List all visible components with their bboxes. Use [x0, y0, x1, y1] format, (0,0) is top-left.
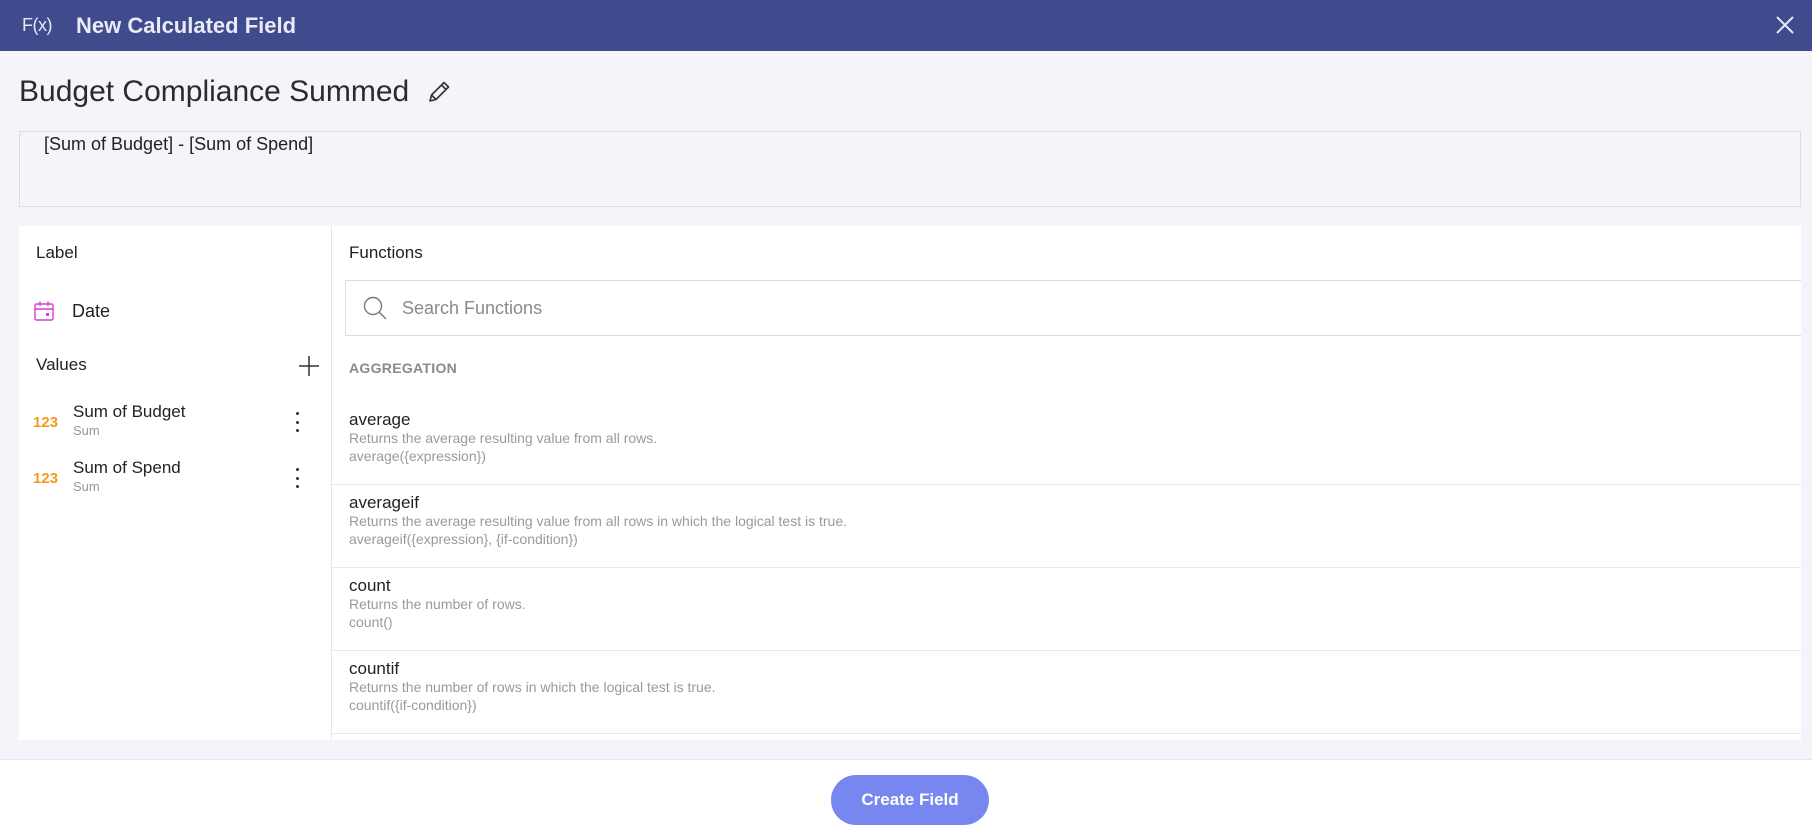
- dialog-title: New Calculated Field: [75, 12, 297, 38]
- field-name: Budget Compliance Summed: [19, 75, 410, 108]
- function-signature: count(): [349, 614, 393, 630]
- function-signature: average({expression}): [349, 448, 486, 464]
- function-signature: averageif({expression}, {if-condition}): [349, 531, 578, 547]
- more-options-icon[interactable]: [287, 412, 307, 432]
- field-builder-panel: Label Date Values 123 Sum of Budget Sum …: [19, 226, 1801, 740]
- function-name: averageif: [349, 493, 419, 512]
- function-description: Returns the average resulting value from…: [349, 513, 848, 529]
- function-name: countif: [349, 659, 400, 678]
- function-list: average Returns the average resulting va…: [332, 402, 1801, 734]
- value-item-name: Sum of Spend: [73, 458, 181, 477]
- pencil-edit-icon[interactable]: [425, 78, 453, 106]
- expression-editor[interactable]: [Sum of Budget] - [Sum of Spend]: [19, 131, 1801, 207]
- add-icon[interactable]: [297, 354, 321, 378]
- calendar-icon: [34, 301, 54, 321]
- function-category-label: AGGREGATION: [349, 360, 458, 376]
- create-field-button[interactable]: Create Field: [831, 775, 989, 825]
- function-description: Returns the number of rows.: [349, 596, 526, 612]
- value-item-aggregation: Sum: [73, 423, 100, 438]
- function-description: Returns the number of rows in which the …: [349, 679, 716, 695]
- numeric-type-icon: 123: [33, 470, 59, 487]
- search-functions-input[interactable]: [402, 297, 1702, 319]
- numeric-type-icon: 123: [33, 414, 59, 431]
- value-item-sum-of-budget[interactable]: 123 Sum of Budget Sum: [33, 402, 323, 442]
- functions-column: Functions AGGREGATION average Returns th…: [332, 226, 1801, 740]
- label-section-title: Label: [36, 243, 78, 262]
- function-signature: countif({if-condition}): [349, 697, 477, 713]
- dialog-titlebar: F(x) New Calculated Field: [0, 0, 1812, 51]
- function-item-countif[interactable]: countif Returns the number of rows in wh…: [332, 651, 1801, 734]
- label-item-name: Date: [72, 300, 111, 321]
- function-name: count: [349, 576, 391, 595]
- more-options-icon[interactable]: [287, 468, 307, 488]
- function-item-average[interactable]: average Returns the average resulting va…: [332, 402, 1801, 485]
- value-item-name: Sum of Budget: [73, 402, 186, 421]
- search-functions-box: [345, 280, 1801, 336]
- function-name: average: [349, 410, 411, 429]
- value-item-aggregation: Sum: [73, 479, 100, 494]
- fields-column: Label Date Values 123 Sum of Budget Sum …: [19, 226, 332, 740]
- function-fx-icon: F(x): [22, 15, 52, 35]
- label-item-date[interactable]: Date: [33, 296, 110, 326]
- functions-title: Functions: [349, 243, 423, 262]
- close-icon[interactable]: [1772, 12, 1798, 38]
- function-description: Returns the average resulting value from…: [349, 430, 658, 446]
- search-icon: [363, 296, 387, 320]
- dialog-footer: Create Field: [0, 759, 1812, 827]
- function-item-averageif[interactable]: averageif Returns the average resulting …: [332, 485, 1801, 568]
- field-name-row: Budget Compliance Summed: [19, 72, 453, 112]
- value-item-sum-of-spend[interactable]: 123 Sum of Spend Sum: [33, 458, 323, 498]
- function-item-count[interactable]: count Returns the number of rows. count(…: [332, 568, 1801, 651]
- values-section-title: Values: [36, 355, 87, 374]
